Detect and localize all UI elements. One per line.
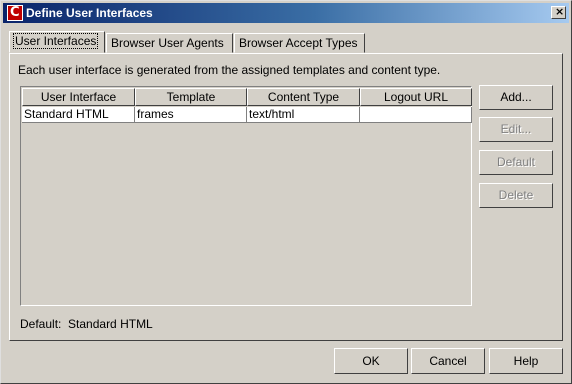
tab-label: Browser User Agents [111, 36, 224, 50]
ok-button[interactable]: OK [334, 348, 408, 374]
tab-browser-accept-types[interactable]: Browser Accept Types [234, 33, 365, 53]
tab-browser-user-agents[interactable]: Browser User Agents [106, 33, 233, 53]
app-icon-letter: C [10, 5, 20, 20]
add-button[interactable]: Add... [479, 85, 553, 110]
app-icon: C [7, 5, 23, 21]
delete-button[interactable]: Delete [479, 183, 553, 208]
help-button[interactable]: Help [489, 348, 563, 374]
window-title: Define User Interfaces [26, 6, 153, 20]
cancel-button[interactable]: Cancel [411, 348, 485, 374]
column-header-content-type[interactable]: Content Type [247, 88, 360, 106]
tab-label: User Interfaces [12, 33, 99, 49]
edit-button[interactable]: Edit... [479, 117, 553, 142]
cell-content-type: text/html [247, 107, 360, 123]
tab-label: Browser Accept Types [239, 36, 358, 50]
column-header-template[interactable]: Template [135, 88, 247, 106]
cell-user-interface: Standard HTML [22, 107, 135, 123]
default-value: Standard HTML [68, 317, 153, 331]
column-header-user-interface[interactable]: User Interface [22, 88, 135, 106]
title-bar: C Define User Interfaces × [3, 3, 569, 23]
table-row[interactable]: Standard HTML frames text/html [22, 107, 472, 123]
table-header: User Interface Template Content Type Log… [22, 88, 472, 106]
default-label: Default: [20, 317, 62, 331]
column-header-logout-url[interactable]: Logout URL [360, 88, 472, 106]
default-button[interactable]: Default [479, 150, 553, 175]
close-button[interactable]: × [551, 5, 566, 19]
cell-template: frames [135, 107, 247, 123]
cell-logout-url [360, 107, 472, 123]
tab-user-interfaces[interactable]: User Interfaces [9, 31, 105, 53]
description-text: Each user interface is generated from th… [18, 63, 441, 77]
user-interfaces-table: User Interface Template Content Type Log… [20, 86, 472, 306]
default-info: Default: Standard HTML [20, 317, 153, 331]
close-icon: × [555, 5, 565, 18]
